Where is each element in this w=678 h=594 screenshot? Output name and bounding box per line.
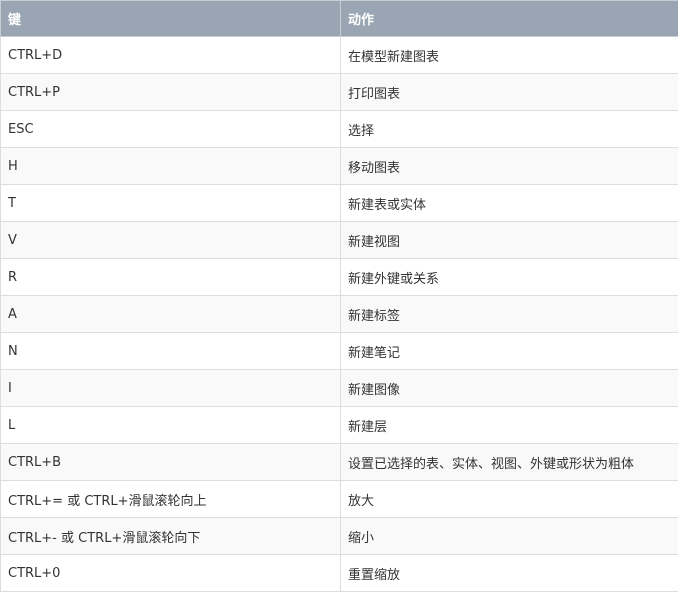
table-row: CTRL+- 或 CTRL+滑鼠滚轮向下 缩小 bbox=[0, 517, 678, 555]
table-row: V 新建视图 bbox=[0, 221, 678, 259]
table-header-row: 键 动作 bbox=[0, 0, 678, 37]
action-cell: 选择 bbox=[340, 110, 678, 148]
action-cell: 设置已选择的表、实体、视图、外键或形状为粗体 bbox=[340, 443, 678, 481]
table-row: N 新建笔记 bbox=[0, 332, 678, 370]
table-row: A 新建标签 bbox=[0, 295, 678, 333]
key-cell: CTRL+- 或 CTRL+滑鼠滚轮向下 bbox=[0, 517, 341, 555]
table-row: ESC 选择 bbox=[0, 110, 678, 148]
table-row: H 移动图表 bbox=[0, 147, 678, 185]
header-action: 动作 bbox=[340, 0, 678, 37]
key-cell: CTRL+D bbox=[0, 36, 341, 74]
action-cell: 新建外键或关系 bbox=[340, 258, 678, 296]
table-row: T 新建表或实体 bbox=[0, 184, 678, 222]
action-cell: 新建标签 bbox=[340, 295, 678, 333]
table-row: I 新建图像 bbox=[0, 369, 678, 407]
action-cell: 新建表或实体 bbox=[340, 184, 678, 222]
key-cell: R bbox=[0, 258, 341, 296]
action-cell: 缩小 bbox=[340, 517, 678, 555]
table-row: R 新建外键或关系 bbox=[0, 258, 678, 296]
action-cell: 新建图像 bbox=[340, 369, 678, 407]
key-cell: ESC bbox=[0, 110, 341, 148]
key-cell: H bbox=[0, 147, 341, 185]
key-cell: CTRL+= 或 CTRL+滑鼠滚轮向上 bbox=[0, 480, 341, 518]
shortcut-table: 键 动作 CTRL+D 在模型新建图表 CTRL+P 打印图表 ESC 选择 H… bbox=[0, 0, 678, 592]
table-row: CTRL+P 打印图表 bbox=[0, 73, 678, 111]
key-cell: V bbox=[0, 221, 341, 259]
action-cell: 放大 bbox=[340, 480, 678, 518]
action-cell: 新建视图 bbox=[340, 221, 678, 259]
key-cell: L bbox=[0, 406, 341, 444]
table-row: CTRL+0 重置缩放 bbox=[0, 554, 678, 592]
header-key: 键 bbox=[0, 0, 341, 37]
key-cell: N bbox=[0, 332, 341, 370]
key-cell: T bbox=[0, 184, 341, 222]
action-cell: 新建层 bbox=[340, 406, 678, 444]
key-cell: A bbox=[0, 295, 341, 333]
key-cell: CTRL+0 bbox=[0, 554, 341, 592]
table-row: CTRL+= 或 CTRL+滑鼠滚轮向上 放大 bbox=[0, 480, 678, 518]
action-cell: 在模型新建图表 bbox=[340, 36, 678, 74]
table-row: CTRL+D 在模型新建图表 bbox=[0, 36, 678, 74]
action-cell: 新建笔记 bbox=[340, 332, 678, 370]
key-cell: I bbox=[0, 369, 341, 407]
action-cell: 打印图表 bbox=[340, 73, 678, 111]
key-cell: CTRL+B bbox=[0, 443, 341, 481]
action-cell: 移动图表 bbox=[340, 147, 678, 185]
action-cell: 重置缩放 bbox=[340, 554, 678, 592]
table-row: CTRL+B 设置已选择的表、实体、视图、外键或形状为粗体 bbox=[0, 443, 678, 481]
table-row: L 新建层 bbox=[0, 406, 678, 444]
key-cell: CTRL+P bbox=[0, 73, 341, 111]
